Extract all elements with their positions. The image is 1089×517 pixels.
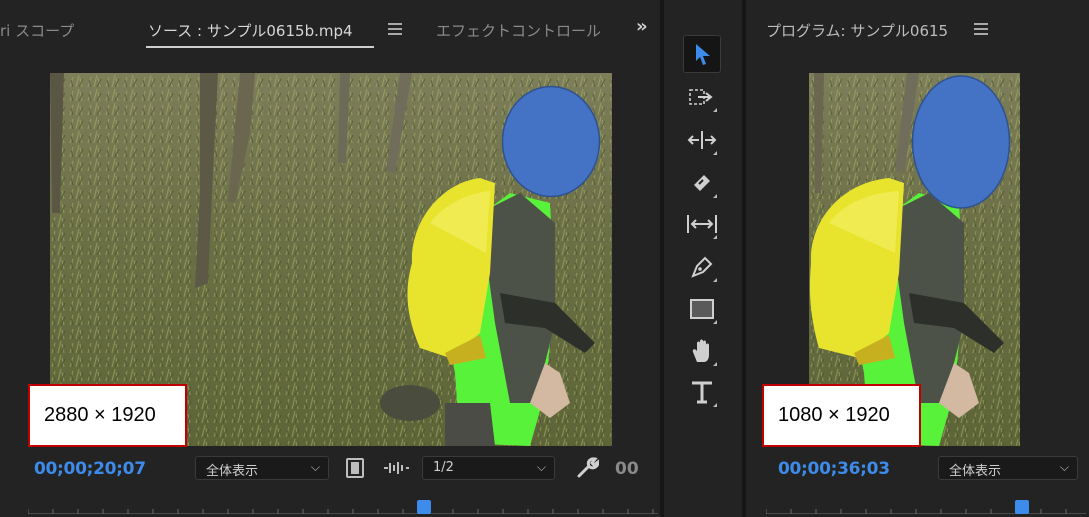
- program-tab-bar: プログラム: サンプル0615: [746, 0, 1089, 60]
- razor-tool-button[interactable]: [683, 164, 721, 202]
- source-trailing-timecode: 00: [615, 459, 639, 479]
- program-zoom-value: 全体表示: [949, 464, 1002, 479]
- ruler-ticks: [28, 509, 654, 514]
- face-mask-ellipse: [501, 85, 601, 198]
- arrow-icon: [696, 44, 710, 65]
- source-time-ruler[interactable]: [28, 497, 658, 517]
- slip-icon: [687, 215, 717, 233]
- hand-tool-button[interactable]: [683, 332, 721, 370]
- program-resolution-text: 1080 × 1920: [778, 404, 890, 426]
- source-tab-bar: ri スコープ ソース : サンプル0615b.mp4 エフェクトコントロール …: [0, 0, 660, 60]
- source-timecode[interactable]: 00;00;20;07: [34, 459, 146, 479]
- tools-panel: [664, 0, 742, 517]
- program-timecode[interactable]: 00;00;36;03: [778, 459, 890, 479]
- ripple-edit-tool-button[interactable]: [683, 121, 721, 159]
- chevron-down-icon: ⌵: [1059, 460, 1069, 474]
- tab-overflow-chevron-icon[interactable]: »: [636, 16, 648, 37]
- track-select-tool-button[interactable]: [683, 78, 721, 116]
- pen-icon: [691, 256, 713, 278]
- wrench-icon[interactable]: [575, 456, 599, 480]
- pen-tool-button[interactable]: [683, 248, 721, 286]
- program-resolution-callout: 1080 × 1920: [762, 384, 921, 447]
- playback-resolution-select[interactable]: 1/2 ⌵: [422, 456, 555, 480]
- active-tab-underline: [146, 46, 374, 48]
- source-zoom-value: 全体表示: [206, 464, 259, 479]
- razor-icon: [694, 175, 710, 191]
- ripple-edit-icon: [687, 131, 717, 149]
- source-monitor-panel: ri スコープ ソース : サンプル0615b.mp4 エフェクトコントロール …: [0, 0, 660, 517]
- track-select-icon: [689, 89, 713, 105]
- ruler-ticks: [766, 509, 1067, 514]
- chevron-down-icon: ⌵: [310, 460, 320, 474]
- selection-tool-button[interactable]: [683, 35, 721, 73]
- source-panel-menu-icon[interactable]: [388, 23, 402, 35]
- tab-effect-controls[interactable]: エフェクトコントロール: [436, 20, 601, 41]
- audio-waveform-icon[interactable]: [382, 460, 410, 476]
- tab-program[interactable]: プログラム: サンプル0615: [766, 20, 948, 41]
- source-playhead[interactable]: [417, 500, 431, 514]
- source-zoom-select[interactable]: 全体表示 ⌵: [195, 456, 329, 480]
- tab-scopes[interactable]: ri スコープ: [0, 20, 74, 41]
- playback-resolution-value: 1/2: [433, 460, 454, 475]
- type-icon: [692, 381, 712, 404]
- program-zoom-select[interactable]: 全体表示 ⌵: [938, 456, 1078, 480]
- chevron-down-icon: ⌵: [536, 460, 546, 474]
- program-panel-menu-icon[interactable]: [974, 23, 988, 35]
- source-resolution-text: 2880 × 1920: [44, 404, 156, 426]
- face-mask-ellipse: [911, 75, 1011, 209]
- slip-tool-button[interactable]: [683, 205, 721, 243]
- source-resolution-callout: 2880 × 1920: [28, 384, 187, 447]
- program-monitor-panel: プログラム: サンプル0615 1080 × 1920 00;00;36;03 …: [746, 0, 1089, 517]
- type-tool-button[interactable]: [683, 373, 721, 411]
- program-time-ruler[interactable]: [766, 497, 1086, 517]
- film-strip-icon[interactable]: [345, 458, 365, 478]
- hand-icon: [692, 339, 709, 362]
- tab-source[interactable]: ソース : サンプル0615b.mp4: [148, 20, 353, 41]
- rectangle-tool-button[interactable]: [683, 290, 721, 328]
- rectangle-icon: [690, 299, 714, 319]
- program-playhead[interactable]: [1015, 500, 1029, 514]
